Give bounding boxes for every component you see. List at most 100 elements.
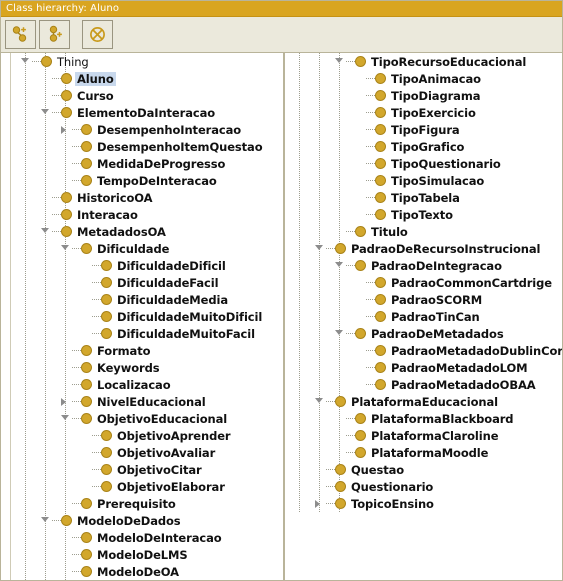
class-node-icon[interactable] xyxy=(375,362,386,373)
class-node-label[interactable]: TopicoEnsino xyxy=(349,497,436,511)
class-node-label[interactable]: Questao xyxy=(349,463,406,477)
expand-collapse-open-icon[interactable] xyxy=(39,223,52,240)
tree-node-row[interactable]: TipoRecursoEducacional xyxy=(285,53,562,70)
class-node-label[interactable]: PadraoTinCan xyxy=(389,310,482,324)
tree-node-row[interactable]: Formato xyxy=(11,342,283,359)
class-node-icon[interactable] xyxy=(355,260,366,271)
add-subclass-button[interactable] xyxy=(5,20,36,49)
class-node-label[interactable]: TipoRecursoEducacional xyxy=(369,55,528,69)
class-node-label[interactable]: HistoricoOA xyxy=(75,191,154,205)
class-node-label[interactable]: PadraoCommonCartdrige xyxy=(389,276,554,290)
tree-node-row[interactable]: TipoExercicio xyxy=(285,104,562,121)
class-node-label[interactable]: Keywords xyxy=(95,361,161,375)
class-node-icon[interactable] xyxy=(355,447,366,458)
class-node-label[interactable]: MedidaDeProgresso xyxy=(95,157,227,171)
class-node-icon[interactable] xyxy=(61,73,72,84)
class-node-label[interactable]: PlataformaEducacional xyxy=(349,395,500,409)
tree-node-row[interactable]: PlataformaMoodle xyxy=(285,444,562,461)
delete-class-button[interactable] xyxy=(82,20,113,49)
class-node-icon[interactable] xyxy=(101,311,112,322)
class-node-icon[interactable] xyxy=(375,175,386,186)
class-node-label[interactable]: ObjetivoCitar xyxy=(115,463,204,477)
tree-node-row[interactable]: DificuldadeMuitoDificil xyxy=(11,308,283,325)
class-node-icon[interactable] xyxy=(81,362,92,373)
class-node-label[interactable]: Aluno xyxy=(75,71,116,86)
class-node-label[interactable]: MetadadosOA xyxy=(75,225,168,239)
class-node-icon[interactable] xyxy=(81,498,92,509)
tree-node-row[interactable]: ModeloDeDados xyxy=(11,512,283,529)
class-node-label[interactable]: TipoExercicio xyxy=(389,106,478,120)
tree-node-row[interactable]: Keywords xyxy=(11,359,283,376)
class-node-label[interactable]: ObjetivoAvaliar xyxy=(115,446,217,460)
class-node-label[interactable]: TipoSimulacao xyxy=(389,174,486,188)
tree-node-row[interactable]: Titulo xyxy=(285,223,562,240)
tree-node-row[interactable]: PadraoDeMetadados xyxy=(285,325,562,342)
class-node-icon[interactable] xyxy=(81,124,92,135)
tree-node-row[interactable]: Interacao xyxy=(11,206,283,223)
class-node-icon[interactable] xyxy=(335,481,346,492)
tree-node-row[interactable]: TipoGrafico xyxy=(285,138,562,155)
class-node-icon[interactable] xyxy=(375,90,386,101)
tree-node-row[interactable]: DesempenhoInteracao xyxy=(11,121,283,138)
class-node-icon[interactable] xyxy=(375,294,386,305)
class-node-icon[interactable] xyxy=(355,226,366,237)
class-node-icon[interactable] xyxy=(101,464,112,475)
class-node-icon[interactable] xyxy=(355,430,366,441)
class-node-icon[interactable] xyxy=(101,481,112,492)
tree-node-row[interactable]: PadraoDeRecursoInstrucional xyxy=(285,240,562,257)
class-node-label[interactable]: ObjetivoElaborar xyxy=(115,480,227,494)
class-node-label[interactable]: DificuldadeFacil xyxy=(115,276,220,290)
expand-collapse-open-icon[interactable] xyxy=(39,104,52,121)
tree-node-row[interactable]: DesempenhoItemQuestao xyxy=(11,138,283,155)
class-node-icon[interactable] xyxy=(101,430,112,441)
class-node-icon[interactable] xyxy=(101,447,112,458)
class-node-label[interactable]: TipoGrafico xyxy=(389,140,466,154)
class-node-label[interactable]: ObjetivoEducacional xyxy=(95,412,229,426)
class-node-icon[interactable] xyxy=(355,328,366,339)
class-node-icon[interactable] xyxy=(375,158,386,169)
class-node-label[interactable]: Dificuldade xyxy=(95,242,171,256)
class-node-icon[interactable] xyxy=(101,294,112,305)
class-node-icon[interactable] xyxy=(61,90,72,101)
class-node-icon[interactable] xyxy=(61,107,72,118)
tree-node-row[interactable]: DificuldadeDificil xyxy=(11,257,283,274)
class-node-label[interactable]: ModeloDeDados xyxy=(75,514,183,528)
tree-node-row[interactable]: TempoDeInteracao xyxy=(11,172,283,189)
class-node-icon[interactable] xyxy=(101,277,112,288)
class-node-icon[interactable] xyxy=(81,175,92,186)
class-node-label[interactable]: PlataformaMoodle xyxy=(369,446,490,460)
expand-collapse-open-icon[interactable] xyxy=(19,53,32,70)
class-node-icon[interactable] xyxy=(375,277,386,288)
tree-node-row[interactable]: PlataformaBlackboard xyxy=(285,410,562,427)
tree-node-row[interactable]: Questao xyxy=(285,461,562,478)
tree-node-row[interactable]: Aluno xyxy=(11,70,283,87)
tree-node-row[interactable]: PadraoMetadadoOBAA xyxy=(285,376,562,393)
class-node-icon[interactable] xyxy=(375,124,386,135)
expand-collapse-open-icon[interactable] xyxy=(333,257,346,274)
tree-node-row[interactable]: TipoTabela xyxy=(285,189,562,206)
tree-node-row[interactable]: PadraoDeIntegracao xyxy=(285,257,562,274)
tree-node-row[interactable]: PlataformaClaroline xyxy=(285,427,562,444)
class-node-label[interactable]: PadraoMetadadoLOM xyxy=(389,361,530,375)
class-node-label[interactable]: DificuldadeMuitoFacil xyxy=(115,327,257,341)
class-node-label[interactable]: PlataformaClaroline xyxy=(369,429,500,443)
class-node-label[interactable]: Titulo xyxy=(369,225,410,239)
class-node-icon[interactable] xyxy=(61,209,72,220)
expand-collapse-closed-icon[interactable] xyxy=(59,121,72,138)
class-node-label[interactable]: PadraoMetadadoDublinCore xyxy=(389,344,562,358)
class-node-icon[interactable] xyxy=(61,515,72,526)
class-node-label[interactable]: PadraoDeRecursoInstrucional xyxy=(349,242,542,256)
class-node-label[interactable]: ObjetivoAprender xyxy=(115,429,232,443)
class-node-label[interactable]: TipoFigura xyxy=(389,123,462,137)
class-node-icon[interactable] xyxy=(61,192,72,203)
tree-node-row[interactable]: ObjetivoElaborar xyxy=(11,478,283,495)
hierarchy-column-right[interactable]: TipoRecursoEducacional TipoAnimacao TipoDi… xyxy=(285,53,562,580)
class-node-icon[interactable] xyxy=(81,141,92,152)
class-node-icon[interactable] xyxy=(375,345,386,356)
tree-node-row[interactable]: PadraoMetadadoLOM xyxy=(285,359,562,376)
add-sibling-class-button[interactable] xyxy=(39,20,70,49)
tree-node-row[interactable]: MedidaDeProgresso xyxy=(11,155,283,172)
tree-node-row[interactable]: ModeloDeOA xyxy=(11,563,283,580)
class-node-icon[interactable] xyxy=(335,243,346,254)
class-node-label[interactable]: PlataformaBlackboard xyxy=(369,412,515,426)
